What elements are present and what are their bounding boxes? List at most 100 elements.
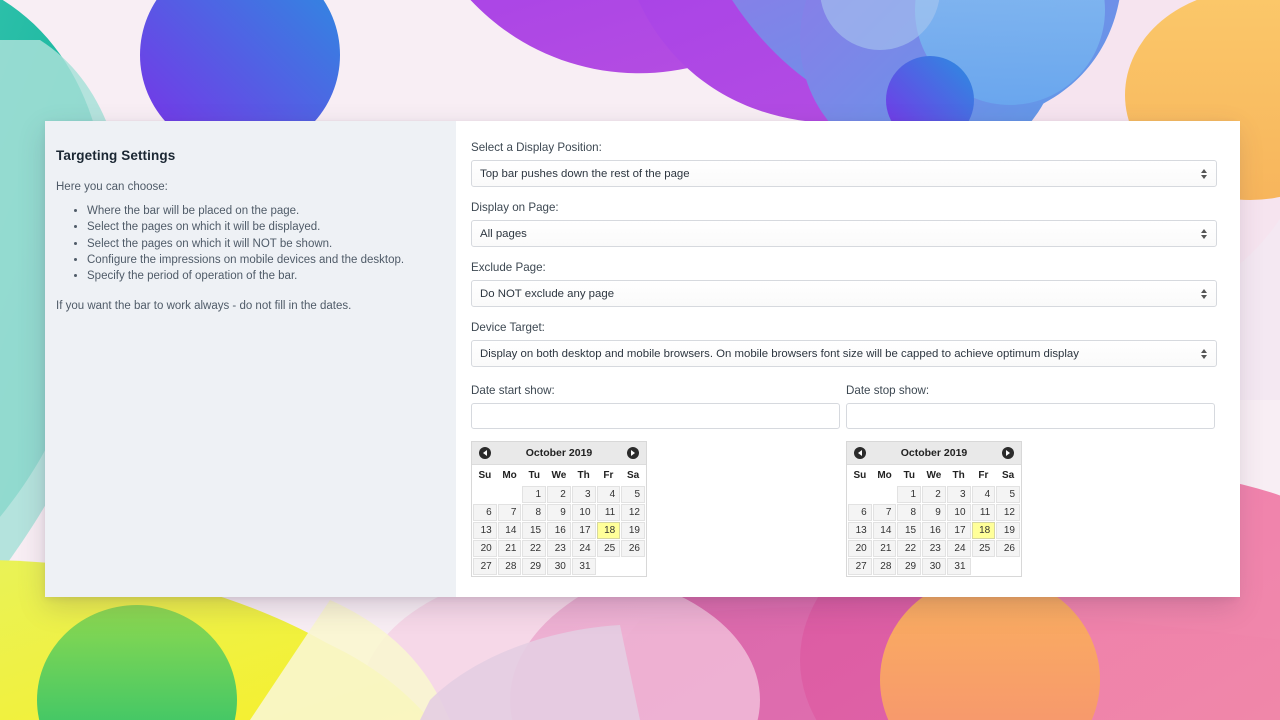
calendar-day[interactable]: 10 bbox=[571, 504, 596, 521]
calendar-day[interactable]: 15 bbox=[522, 522, 547, 539]
display-position-select[interactable]: Top bar pushes down the rest of the page bbox=[471, 160, 1217, 187]
calendar-day[interactable]: 1 bbox=[522, 486, 547, 503]
date-stop-input[interactable] bbox=[846, 403, 1215, 429]
calendar-day[interactable]: 2 bbox=[547, 486, 571, 503]
calendar-day[interactable]: 7 bbox=[497, 504, 522, 521]
calendar-day[interactable]: 11 bbox=[596, 504, 621, 521]
calendar-weekday-row: Su Mo Tu We Th Fr Sa bbox=[848, 466, 1020, 485]
calendar-day-empty bbox=[996, 558, 1020, 575]
calendar-day[interactable]: 14 bbox=[872, 522, 897, 539]
chevron-updown-icon bbox=[1199, 347, 1208, 361]
chevron-right-icon[interactable] bbox=[626, 447, 639, 459]
weekday-header: Su bbox=[473, 466, 497, 485]
calendar-day[interactable]: 3 bbox=[571, 486, 596, 503]
calendar-day[interactable]: 27 bbox=[848, 558, 872, 575]
calendar-day[interactable]: 22 bbox=[522, 540, 547, 557]
calendar-title: October 2019 bbox=[525, 447, 593, 459]
calendar-day[interactable]: 24 bbox=[946, 540, 971, 557]
calendar-week-row: 13 14 15 16 17 18 19 bbox=[473, 522, 645, 539]
calendar-day[interactable]: 4 bbox=[971, 486, 996, 503]
calendar-day[interactable]: 5 bbox=[621, 486, 645, 503]
calendar-header: October 2019 bbox=[472, 442, 646, 465]
calendar-day[interactable]: 28 bbox=[497, 558, 522, 575]
chevron-left-icon[interactable] bbox=[479, 447, 491, 459]
calendar-day[interactable]: 21 bbox=[497, 540, 522, 557]
chevron-left-icon[interactable] bbox=[854, 447, 866, 459]
calendar-day[interactable]: 9 bbox=[547, 504, 571, 521]
sidebar-bullet-list: Where the bar will be placed on the page… bbox=[56, 203, 432, 284]
device-target-select[interactable]: Display on both desktop and mobile brows… bbox=[471, 340, 1217, 367]
calendar-day[interactable]: 28 bbox=[872, 558, 897, 575]
calendar-day[interactable]: 5 bbox=[996, 486, 1020, 503]
calendar-day[interactable]: 17 bbox=[571, 522, 596, 539]
calendar-day[interactable]: 16 bbox=[922, 522, 946, 539]
calendar-day[interactable]: 19 bbox=[996, 522, 1020, 539]
calendar-day-empty bbox=[971, 558, 996, 575]
weekday-header: Tu bbox=[522, 466, 547, 485]
calendar-day[interactable]: 23 bbox=[922, 540, 946, 557]
sidebar-note-text: If you want the bar to work always - do … bbox=[56, 300, 352, 313]
date-start-column: Date start show: October 2019 Su Mo Tu W… bbox=[471, 384, 846, 577]
calendar-day[interactable]: 13 bbox=[473, 522, 497, 539]
calendar-day[interactable]: 26 bbox=[996, 540, 1020, 557]
calendar-day[interactable]: 8 bbox=[522, 504, 547, 521]
field-display-position: Select a Display Position: Top bar pushe… bbox=[471, 141, 1221, 187]
calendar-day[interactable]: 19 bbox=[621, 522, 645, 539]
calendar-day[interactable]: 25 bbox=[971, 540, 996, 557]
calendar-day-today[interactable]: 18 bbox=[971, 522, 996, 539]
calendar-day[interactable]: 31 bbox=[946, 558, 971, 575]
calendar-day-empty bbox=[473, 486, 497, 503]
calendar-week-row: 12345 bbox=[473, 486, 645, 503]
calendar-day[interactable]: 21 bbox=[872, 540, 897, 557]
calendar-day[interactable]: 4 bbox=[596, 486, 621, 503]
calendar-day[interactable]: 20 bbox=[848, 540, 872, 557]
calendar-day[interactable]: 30 bbox=[547, 558, 571, 575]
calendar-day[interactable]: 25 bbox=[596, 540, 621, 557]
exclude-page-select[interactable]: Do NOT exclude any page bbox=[471, 280, 1217, 307]
chevron-right-icon[interactable] bbox=[1001, 447, 1014, 459]
calendar-day[interactable]: 8 bbox=[897, 504, 922, 521]
chevron-updown-icon bbox=[1199, 287, 1208, 301]
calendar-day[interactable]: 12 bbox=[621, 504, 645, 521]
calendar-day[interactable]: 2 bbox=[922, 486, 946, 503]
calendar-day[interactable]: 17 bbox=[946, 522, 971, 539]
settings-form: Select a Display Position: Top bar pushe… bbox=[456, 121, 1240, 597]
calendar-day[interactable]: 30 bbox=[922, 558, 946, 575]
calendar-day[interactable]: 15 bbox=[897, 522, 922, 539]
calendar-day[interactable]: 16 bbox=[547, 522, 571, 539]
display-position-value: Top bar pushes down the rest of the page bbox=[480, 167, 690, 180]
calendar-day[interactable]: 9 bbox=[922, 504, 946, 521]
list-item: Specify the period of operation of the b… bbox=[87, 268, 432, 284]
weekday-header: Su bbox=[848, 466, 872, 485]
calendar-day-today[interactable]: 18 bbox=[596, 522, 621, 539]
calendar-day-empty bbox=[872, 486, 897, 503]
calendar-day[interactable]: 14 bbox=[497, 522, 522, 539]
calendar-day[interactable]: 11 bbox=[971, 504, 996, 521]
calendar-title: October 2019 bbox=[900, 447, 968, 459]
calendar-week-row: 20 21 22 23 24 25 26 bbox=[848, 540, 1020, 557]
calendar-day[interactable]: 10 bbox=[946, 504, 971, 521]
date-stop-label: Date stop show: bbox=[846, 384, 930, 397]
calendar-day[interactable]: 22 bbox=[897, 540, 922, 557]
display-position-label: Select a Display Position: bbox=[471, 141, 602, 154]
page-title: Targeting Settings bbox=[56, 148, 176, 163]
calendar-day[interactable]: 24 bbox=[571, 540, 596, 557]
calendar-day[interactable]: 6 bbox=[473, 504, 497, 521]
calendar-day[interactable]: 7 bbox=[872, 504, 897, 521]
calendar-day[interactable]: 29 bbox=[522, 558, 547, 575]
weekday-header: We bbox=[922, 466, 946, 485]
calendar-day[interactable]: 27 bbox=[473, 558, 497, 575]
calendar-day[interactable]: 31 bbox=[571, 558, 596, 575]
calendar-day[interactable]: 13 bbox=[848, 522, 872, 539]
calendar-day[interactable]: 6 bbox=[848, 504, 872, 521]
calendar-day[interactable]: 20 bbox=[473, 540, 497, 557]
date-start-input[interactable] bbox=[471, 403, 840, 429]
calendar-day[interactable]: 1 bbox=[897, 486, 922, 503]
calendar-day[interactable]: 12 bbox=[996, 504, 1020, 521]
display-on-page-select[interactable]: All pages bbox=[471, 220, 1217, 247]
calendar-day[interactable]: 29 bbox=[897, 558, 922, 575]
calendar-day[interactable]: 23 bbox=[547, 540, 571, 557]
calendar-day[interactable]: 26 bbox=[621, 540, 645, 557]
calendar-day[interactable]: 3 bbox=[946, 486, 971, 503]
calendar-grid: Su Mo Tu We Th Fr Sa 1 2 3 4 5 6 7 8 9 10 11 12 13 14… bbox=[847, 465, 1021, 576]
